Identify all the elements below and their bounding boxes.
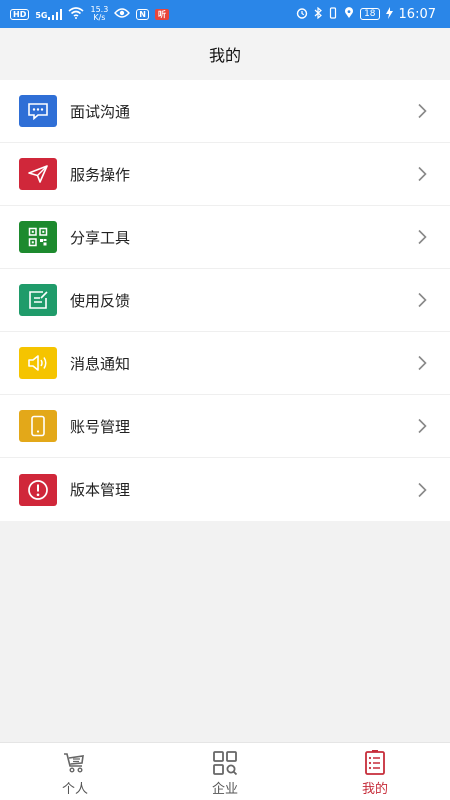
menu-item-label: 面试沟通 bbox=[70, 102, 131, 121]
clock: 16:07 bbox=[398, 6, 436, 22]
person-cart-icon bbox=[64, 753, 84, 773]
chevron-right-icon bbox=[418, 482, 427, 497]
chat-icon bbox=[19, 95, 57, 127]
chevron-right-icon bbox=[418, 418, 427, 434]
bottom-tab-bar: 个人 企业 我的 bbox=[0, 742, 450, 800]
tab-label: 个人 bbox=[61, 782, 88, 797]
network-badge: HD bbox=[10, 8, 30, 20]
network-speed: 15.3 K/s bbox=[90, 6, 108, 22]
menu-item-share-tools[interactable]: 分享工具 bbox=[0, 206, 450, 269]
signal-icon: 5G bbox=[35, 8, 63, 20]
tab-mine[interactable]: 我的 bbox=[300, 743, 450, 800]
chevron-right-icon bbox=[418, 229, 427, 245]
battery-indicator: 18 bbox=[360, 8, 380, 20]
wifi-icon bbox=[68, 6, 85, 22]
status-right: 18 16:07 bbox=[296, 6, 436, 22]
menu-item-label: 使用反馈 bbox=[70, 291, 131, 310]
eye-icon bbox=[114, 7, 131, 21]
page-title: 我的 bbox=[208, 46, 241, 65]
location-icon bbox=[344, 6, 354, 22]
menu-item-account-management[interactable]: 账号管理 bbox=[0, 395, 450, 458]
menu-item-interview-chat[interactable]: 面试沟通 bbox=[0, 80, 450, 143]
speaker-icon bbox=[19, 347, 57, 379]
speed-unit: K/s bbox=[93, 13, 106, 22]
nfc-icon: N bbox=[136, 8, 149, 20]
menu-item-label: 版本管理 bbox=[70, 481, 131, 499]
charging-icon bbox=[385, 6, 393, 22]
menu-item-service-operation[interactable]: 服务操作 bbox=[0, 143, 450, 206]
menu-item-feedback[interactable]: 使用反馈 bbox=[0, 269, 450, 332]
menu-list: 面试沟通 服务操作 分享工具 使用反馈 消息通知 账号管理 版本管理 bbox=[0, 80, 450, 521]
menu-item-notifications[interactable]: 消息通知 bbox=[0, 332, 450, 395]
chevron-right-icon bbox=[418, 355, 427, 371]
feedback-icon bbox=[19, 284, 57, 316]
menu-item-version-management[interactable]: 版本管理 bbox=[0, 458, 450, 521]
status-bar: HD 5G 15.3 K/s N 听 18 16:07 bbox=[0, 0, 450, 28]
bluetooth-icon bbox=[314, 6, 322, 22]
grid-search-icon bbox=[213, 751, 238, 776]
list-icon bbox=[365, 750, 385, 775]
qrcode-icon bbox=[19, 221, 57, 253]
menu-item-label: 服务操作 bbox=[70, 165, 131, 184]
menu-item-label: 分享工具 bbox=[70, 228, 131, 247]
alert-icon bbox=[19, 473, 57, 506]
tab-personal[interactable]: 个人 bbox=[0, 743, 150, 800]
chevron-right-icon bbox=[418, 166, 427, 182]
app-notification-icon: 听 bbox=[155, 8, 169, 20]
tab-enterprise[interactable]: 企业 bbox=[150, 743, 300, 800]
menu-item-label: 消息通知 bbox=[70, 354, 131, 373]
phone-icon bbox=[19, 410, 57, 442]
chevron-right-icon bbox=[418, 103, 427, 119]
chevron-right-icon bbox=[418, 292, 427, 308]
send-icon bbox=[19, 158, 57, 190]
menu-item-label: 账号管理 bbox=[70, 417, 131, 436]
signal-label: 5G bbox=[35, 10, 48, 20]
tab-label: 我的 bbox=[361, 782, 388, 797]
header-bar: 我的 bbox=[0, 28, 450, 80]
alarm-icon bbox=[296, 7, 308, 22]
vibrate-icon bbox=[328, 6, 338, 22]
tab-label: 企业 bbox=[211, 782, 238, 797]
status-left: HD 5G 15.3 K/s N 听 bbox=[10, 6, 169, 22]
